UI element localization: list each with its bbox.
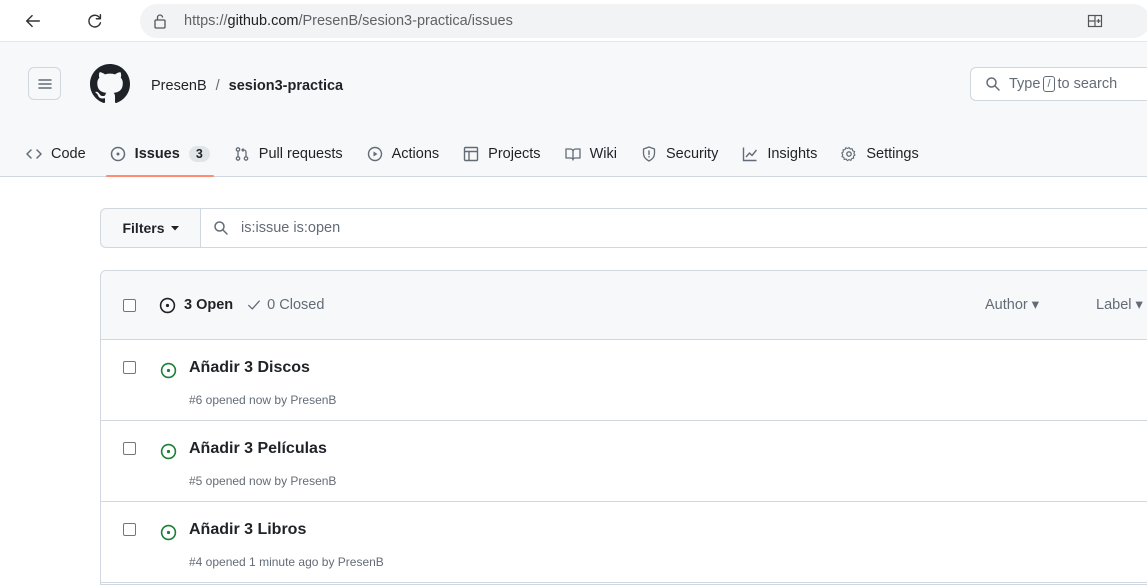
tab-projects[interactable]: Projects bbox=[451, 130, 552, 177]
table-icon bbox=[463, 146, 479, 162]
tab-label: Pull requests bbox=[258, 145, 343, 162]
author-filter-dropdown[interactable]: Author ▾ bbox=[985, 297, 1039, 313]
issues-count-badge: 3 bbox=[188, 145, 210, 162]
caret-down-icon: ▾ bbox=[1135, 297, 1143, 313]
issue-title-link[interactable]: Añadir 3 Libros bbox=[189, 521, 306, 539]
issue-checkbox[interactable] bbox=[123, 442, 136, 455]
tab-settings[interactable]: Settings bbox=[829, 130, 930, 177]
tab-label: Insights bbox=[767, 145, 818, 162]
tab-label: Wiki bbox=[589, 145, 617, 162]
lock-icon bbox=[152, 13, 168, 29]
label-filter-dropdown[interactable]: Label ▾ bbox=[1096, 297, 1143, 313]
issue-meta: #5 opened now by PresenB bbox=[189, 474, 337, 488]
breadcrumb: PresenB / sesion3-practica bbox=[151, 78, 343, 94]
repo-link[interactable]: sesion3-practica bbox=[229, 78, 343, 94]
issue-row[interactable]: Añadir 3 Libros #4 opened 1 minute ago b… bbox=[101, 502, 1147, 583]
tab-insights[interactable]: Insights bbox=[730, 130, 829, 177]
caret-down-icon bbox=[170, 226, 179, 231]
graph-icon bbox=[742, 146, 758, 162]
hamburger-menu-button[interactable] bbox=[28, 67, 61, 100]
search-placeholder-start: Type bbox=[1009, 76, 1041, 92]
search-placeholder-end: to search bbox=[1057, 76, 1118, 92]
issues-filter-bar: Filters is:issue is:open bbox=[100, 208, 1147, 248]
hamburger-icon bbox=[37, 78, 52, 89]
closed-issues-label: 0 Closed bbox=[267, 297, 325, 313]
issue-meta: #4 opened 1 minute ago by PresenB bbox=[189, 555, 384, 569]
shield-icon bbox=[641, 145, 657, 162]
reload-icon[interactable] bbox=[80, 6, 110, 36]
tab-label: Issues bbox=[134, 145, 180, 162]
issues-search-value: is:issue is:open bbox=[241, 220, 341, 236]
address-bar[interactable]: https://github.com/PresenB/sesion3-pract… bbox=[140, 4, 1147, 38]
tab-actions[interactable]: Actions bbox=[355, 130, 452, 177]
issue-title-link[interactable]: Añadir 3 Discos bbox=[189, 359, 310, 377]
tab-issues[interactable]: Issues 3 bbox=[98, 130, 222, 177]
repo-nav-tabs: Code Issues 3 Pull requests Actions Proj… bbox=[0, 130, 931, 177]
search-shortcut-key: / bbox=[1043, 76, 1055, 92]
tab-wiki[interactable]: Wiki bbox=[553, 130, 629, 177]
code-icon bbox=[26, 146, 42, 162]
search-icon bbox=[986, 77, 1000, 91]
issue-opened-icon bbox=[160, 443, 177, 460]
issue-state-toggle: 3 Open 0 Closed bbox=[159, 297, 324, 314]
issue-opened-icon bbox=[159, 297, 176, 313]
issue-checkbox[interactable] bbox=[123, 523, 136, 536]
book-icon bbox=[564, 146, 581, 162]
issue-opened-icon bbox=[110, 146, 126, 162]
owner-link[interactable]: PresenB bbox=[151, 78, 207, 94]
github-logo-icon[interactable] bbox=[90, 64, 130, 104]
issue-opened-icon bbox=[160, 524, 177, 541]
select-all-checkbox[interactable] bbox=[123, 299, 136, 312]
issue-meta: #6 opened now by PresenB bbox=[189, 393, 337, 407]
play-icon bbox=[367, 146, 383, 162]
back-arrow-icon[interactable] bbox=[18, 6, 48, 36]
tab-code[interactable]: Code bbox=[0, 130, 98, 177]
tab-label: Projects bbox=[488, 145, 541, 162]
label-filter-label: Label bbox=[1096, 297, 1132, 313]
issues-list: 3 Open 0 Closed Author ▾ Label ▾ Añadir … bbox=[100, 270, 1147, 585]
issue-row[interactable]: Añadir 3 Discos #6 opened now by PresenB bbox=[101, 340, 1147, 421]
filters-label: Filters bbox=[122, 220, 165, 236]
tab-security[interactable]: Security bbox=[629, 130, 730, 177]
browser-toolbar: https://github.com/PresenB/sesion3-pract… bbox=[0, 0, 1147, 42]
global-search-input[interactable]: Type / to search bbox=[970, 67, 1147, 101]
open-issues-link[interactable]: 3 Open bbox=[184, 297, 233, 313]
filters-dropdown-button[interactable]: Filters bbox=[100, 208, 201, 248]
author-filter-label: Author bbox=[985, 297, 1028, 313]
tab-label: Settings bbox=[866, 145, 919, 162]
tab-label: Code bbox=[51, 145, 86, 162]
issue-opened-icon bbox=[160, 362, 177, 379]
tab-label: Actions bbox=[391, 145, 440, 162]
repo-header: PresenB / sesion3-practica Type / to sea… bbox=[0, 42, 1147, 177]
git-pull-request-icon bbox=[234, 146, 250, 162]
tab-label: Security bbox=[665, 145, 719, 162]
issue-row[interactable]: Añadir 3 Películas #5 opened now by Pres… bbox=[101, 421, 1147, 502]
breadcrumb-separator: / bbox=[215, 78, 220, 94]
issue-checkbox[interactable] bbox=[123, 361, 136, 374]
reader-view-icon[interactable] bbox=[1083, 9, 1107, 33]
issues-list-header: 3 Open 0 Closed Author ▾ Label ▾ bbox=[101, 271, 1147, 340]
check-icon bbox=[248, 300, 261, 310]
url-text: https://github.com/PresenB/sesion3-pract… bbox=[184, 13, 513, 29]
issues-search-input[interactable]: is:issue is:open bbox=[201, 208, 1147, 248]
issue-title-link[interactable]: Añadir 3 Películas bbox=[189, 440, 327, 458]
caret-down-icon: ▾ bbox=[1031, 297, 1040, 313]
search-icon bbox=[214, 221, 228, 235]
gear-icon bbox=[841, 146, 857, 162]
closed-issues-link[interactable]: 0 Closed bbox=[247, 297, 324, 313]
tab-pull-requests[interactable]: Pull requests bbox=[222, 130, 355, 177]
